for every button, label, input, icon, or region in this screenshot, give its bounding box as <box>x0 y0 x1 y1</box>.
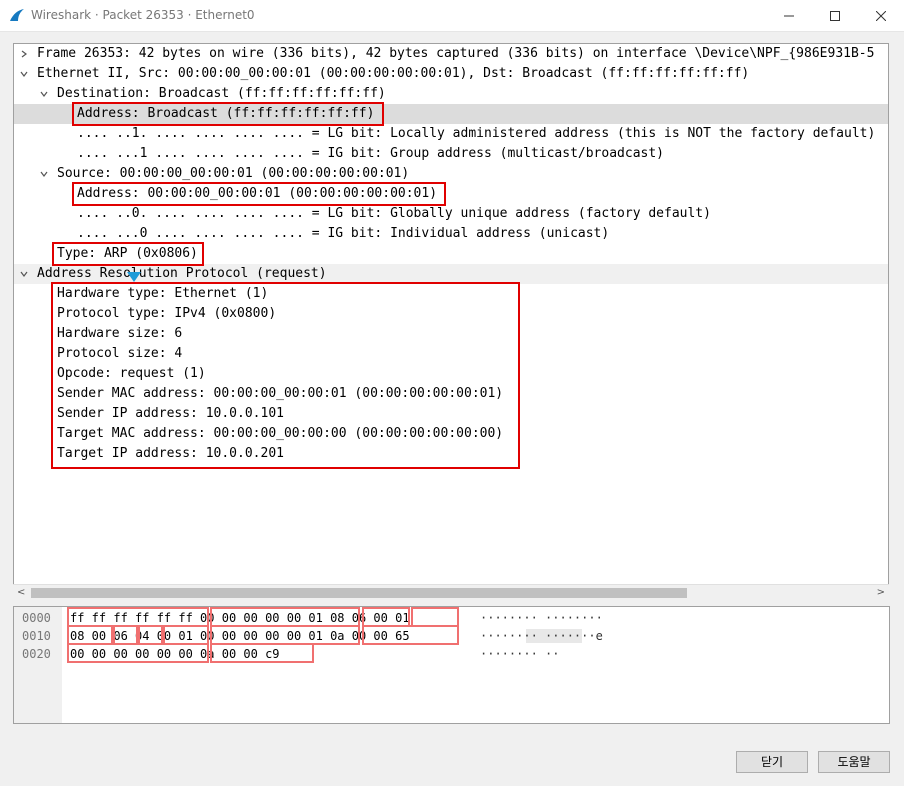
horizontal-scrollbar[interactable]: < > <box>13 584 889 600</box>
packet-bytes-pane[interactable]: 0000 ff ff ff ff ff ff 00 00 00 00 00 01… <box>13 606 890 724</box>
close-icon <box>876 10 886 21</box>
tree-row-text: Opcode: request (1) <box>57 366 206 381</box>
tree-row-text: Address: 00:00:00_00:00:01 (00:00:00:00:… <box>77 186 438 201</box>
bytes-offset: 0010 <box>22 629 51 643</box>
maximize-button[interactable] <box>812 0 858 31</box>
tree-row-src-address[interactable]: Address: 00:00:00_00:00:01 (00:00:00:00:… <box>14 184 888 204</box>
help-button[interactable]: 도움말 <box>818 751 890 773</box>
chevron-right-icon[interactable] <box>17 44 31 64</box>
window-title: Wireshark · Packet 26353 · Ethernet0 <box>31 8 255 22</box>
chevron-down-icon[interactable] <box>37 84 51 104</box>
tree-row-hw-size[interactable]: Hardware size: 6 <box>14 324 888 344</box>
drop-marker-icon <box>127 272 141 282</box>
tree-row-target-mac[interactable]: Target MAC address: 00:00:00_00:00:00 (0… <box>14 424 888 444</box>
tree-row-src-lg-bit[interactable]: .... ..0. .... .... .... .... = LG bit: … <box>14 204 888 224</box>
title-bar: Wireshark · Packet 26353 · Ethernet0 <box>0 0 904 32</box>
tree-row-text: Protocol size: 4 <box>57 346 183 361</box>
tree-row-src-ig-bit[interactable]: .... ...0 .... .... .... .... = IG bit: … <box>14 224 888 244</box>
tree-row-text: .... ...0 .... .... .... .... = IG bit: … <box>77 226 610 241</box>
tree-row-text: Protocol type: IPv4 (0x0800) <box>57 306 277 321</box>
tree-row-sender-ip[interactable]: Sender IP address: 10.0.0.101 <box>14 404 888 424</box>
close-button[interactable]: 닫기 <box>736 751 808 773</box>
tree-row-text: Frame 26353: 42 bytes on wire (336 bits)… <box>37 46 875 61</box>
tree-row-text: Type: ARP (0x0806) <box>57 246 198 261</box>
scroll-right-icon[interactable]: > <box>877 585 885 601</box>
bytes-offset: 0020 <box>22 647 51 661</box>
tree-row-text: Source: 00:00:00_00:00:01 (00:00:00:00:0… <box>57 166 410 181</box>
packet-details-tree[interactable]: Frame 26353: 42 bytes on wire (336 bits)… <box>13 43 889 600</box>
tree-row-text: Target MAC address: 00:00:00_00:00:00 (0… <box>57 426 504 441</box>
bytes-hex: 08 00 06 04 00 01 00 00 00 00 00 01 0a 0… <box>70 629 410 643</box>
bytes-offset: 0000 <box>22 611 51 625</box>
close-window-button[interactable] <box>858 0 904 31</box>
wireshark-fin-icon <box>10 9 24 21</box>
tree-row-text: Hardware type: Ethernet (1) <box>57 286 269 301</box>
chevron-down-icon[interactable] <box>17 264 31 284</box>
tree-row-text: Destination: Broadcast (ff:ff:ff:ff:ff:f… <box>57 86 386 101</box>
tree-row-proto-type[interactable]: Protocol type: IPv4 (0x0800) <box>14 304 888 324</box>
bytes-hex: ff ff ff ff ff ff 00 00 00 00 00 01 08 0… <box>70 611 410 625</box>
tree-row-text: Address Resolution Protocol (request) <box>37 266 327 281</box>
tree-row-text: .... ..0. .... .... .... .... = LG bit: … <box>77 206 711 221</box>
tree-row-dst-lg-bit[interactable]: .... ..1. .... .... .... .... = LG bit: … <box>14 124 888 144</box>
minimize-icon <box>784 15 794 16</box>
tree-row-text: Sender IP address: 10.0.0.101 <box>57 406 284 421</box>
tree-row-opcode[interactable]: Opcode: request (1) <box>14 364 888 384</box>
scroll-left-icon[interactable]: < <box>17 585 25 601</box>
tree-row-text: .... ...1 .... .... .... .... = IG bit: … <box>77 146 664 161</box>
minimize-button[interactable] <box>766 0 812 31</box>
tree-row-sender-mac[interactable]: Sender MAC address: 00:00:00_00:00:01 (0… <box>14 384 888 404</box>
bytes-ascii: ········ ·······e <box>480 629 603 643</box>
tree-row-text: Ethernet II, Src: 00:00:00_00:00:01 (00:… <box>37 66 750 81</box>
chevron-down-icon[interactable] <box>37 164 51 184</box>
chevron-down-icon[interactable] <box>17 64 31 84</box>
tree-row-type[interactable]: Type: ARP (0x0806) <box>14 244 888 264</box>
tree-row-source[interactable]: Source: 00:00:00_00:00:01 (00:00:00:00:0… <box>14 164 888 184</box>
tree-row-text: Hardware size: 6 <box>57 326 183 341</box>
tree-row-dst-address[interactable]: Address: Broadcast (ff:ff:ff:ff:ff:ff) <box>14 104 888 124</box>
tree-row-text: Sender MAC address: 00:00:00_00:00:01 (0… <box>57 386 504 401</box>
scrollbar-thumb[interactable] <box>31 588 687 598</box>
tree-row-arp[interactable]: Address Resolution Protocol (request) <box>14 264 888 284</box>
tree-row-frame[interactable]: Frame 26353: 42 bytes on wire (336 bits)… <box>14 44 888 64</box>
tree-row-ethernet[interactable]: Ethernet II, Src: 00:00:00_00:00:01 (00:… <box>14 64 888 84</box>
bytes-ascii: ········ ·· <box>480 647 560 661</box>
tree-row-target-ip[interactable]: Target IP address: 10.0.0.201 <box>14 444 888 464</box>
bytes-hex: 00 00 00 00 00 00 0a 00 00 c9 <box>70 647 280 661</box>
bytes-ascii: ········ ········ <box>480 611 603 625</box>
tree-row-proto-size[interactable]: Protocol size: 4 <box>14 344 888 364</box>
maximize-icon <box>830 10 840 21</box>
tree-row-text: .... ..1. .... .... .... .... = LG bit: … <box>77 126 876 141</box>
tree-row-text: Address: Broadcast (ff:ff:ff:ff:ff:ff) <box>77 106 375 121</box>
tree-row-destination[interactable]: Destination: Broadcast (ff:ff:ff:ff:ff:f… <box>14 84 888 104</box>
tree-row-dst-ig-bit[interactable]: .... ...1 .... .... .... .... = IG bit: … <box>14 144 888 164</box>
tree-row-text: Target IP address: 10.0.0.201 <box>57 446 284 461</box>
tree-row-hw-type[interactable]: Hardware type: Ethernet (1) <box>14 284 888 304</box>
